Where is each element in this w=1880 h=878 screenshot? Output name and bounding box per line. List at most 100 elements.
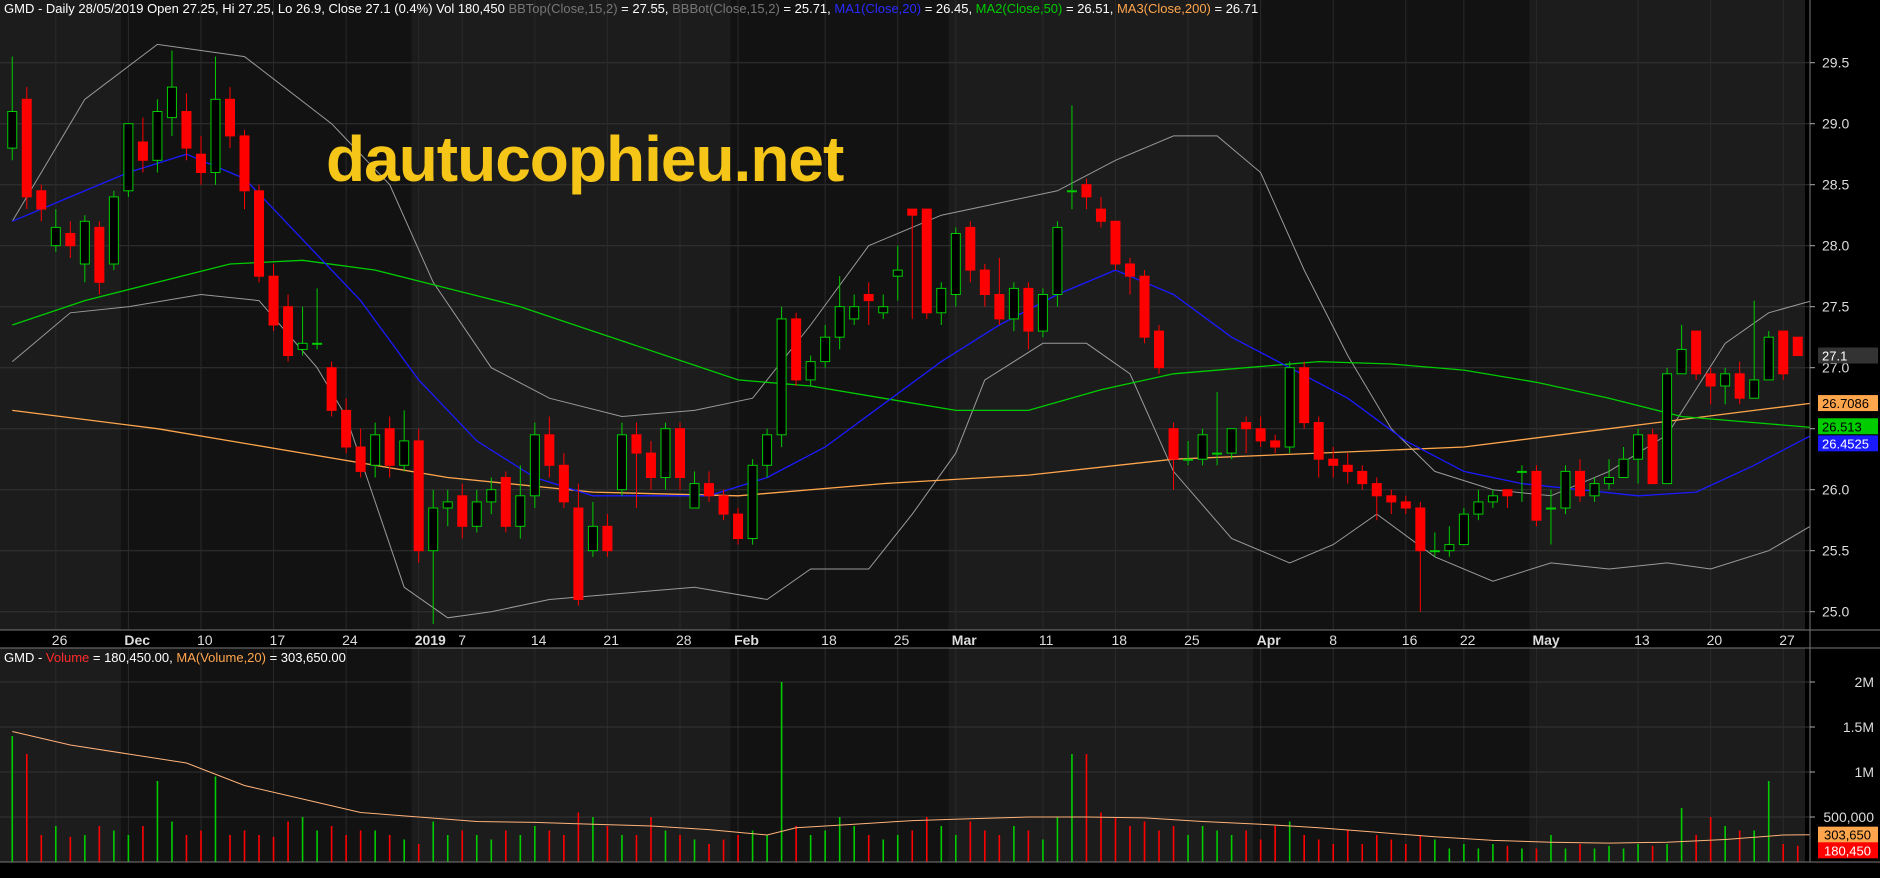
volume-ma-label: MA(Volume,20) <box>176 650 266 665</box>
candle-body <box>689 483 700 509</box>
month-band <box>1529 648 1805 862</box>
candle-body <box>355 446 366 472</box>
candle-body <box>1487 495 1498 503</box>
candle-body <box>1066 190 1077 193</box>
candle-body <box>1328 458 1339 466</box>
stock-chart[interactable]: 25.025.526.026.527.027.528.028.529.029.5… <box>0 0 1880 878</box>
candle-body <box>834 306 845 338</box>
candle-body <box>1444 544 1455 552</box>
candle-body <box>849 306 860 320</box>
candle-body <box>587 525 598 552</box>
candle-body <box>616 434 627 491</box>
candle-body <box>820 336 831 363</box>
x-tick-label: 24 <box>342 632 358 648</box>
ma2-label: MA2(Close,50) <box>975 1 1063 16</box>
candle-body <box>776 318 787 436</box>
candle-body <box>152 111 163 161</box>
x-tick-label: 25 <box>1184 632 1200 648</box>
price-panel-header: GMD - Daily 28/05/2019 Open 27.25, Hi 27… <box>4 1 1258 16</box>
candle-body <box>1052 226 1063 295</box>
candle-body <box>1095 208 1106 222</box>
candle-body <box>1008 287 1019 320</box>
candle-body <box>1255 428 1266 442</box>
candle-body <box>1560 470 1571 509</box>
candle-body <box>1720 373 1731 387</box>
candle-body <box>994 294 1005 320</box>
candle-body <box>1270 440 1281 448</box>
y-tick-label: 1.5M <box>1843 719 1874 735</box>
x-tick-label: 17 <box>270 632 286 648</box>
candle-body <box>544 434 555 466</box>
candle-body <box>1037 294 1048 332</box>
x-tick-label: 18 <box>821 632 837 648</box>
candle-body <box>660 428 671 479</box>
x-tick-label: May <box>1532 632 1559 648</box>
candle-body <box>486 489 497 503</box>
x-tick-label: 13 <box>1634 632 1650 648</box>
price-label-text: 26.513 <box>1822 419 1862 434</box>
y-tick-label: 2M <box>1855 674 1874 690</box>
candle-body <box>791 318 802 381</box>
x-tick-label: 18 <box>1111 632 1127 648</box>
x-tick-label: 16 <box>1402 632 1418 648</box>
candle-body <box>210 98 221 173</box>
candle-body <box>123 123 134 192</box>
candle-body <box>1618 458 1629 479</box>
candle-body <box>1647 434 1658 485</box>
candle-body <box>529 434 540 497</box>
candle-body <box>1357 470 1368 485</box>
candle-body <box>254 190 265 277</box>
candle-body <box>1662 373 1673 485</box>
candle-body <box>225 98 235 137</box>
symbol-info: GMD - Daily 28/05/2019 Open 27.25, Hi 27… <box>4 1 505 16</box>
month-band <box>121 0 412 630</box>
candle-body <box>1575 470 1585 497</box>
month-band <box>948 0 1254 630</box>
candle-body <box>1313 422 1324 460</box>
month-band <box>411 648 731 862</box>
candle-body <box>1241 422 1252 430</box>
month-band <box>1253 0 1530 630</box>
ma1-label: MA1(Close,20) <box>834 1 922 16</box>
candle-body <box>907 208 918 216</box>
candle-body <box>1778 330 1789 375</box>
candle-body <box>283 306 294 357</box>
x-tick-label: Apr <box>1257 632 1282 648</box>
volume-panel-header: GMD - Volume = 180,450.00, MA(Volume,20)… <box>4 650 346 665</box>
candle-body <box>1502 489 1513 497</box>
candle-body <box>878 306 889 314</box>
x-tick-label: 25 <box>894 632 910 648</box>
candle-body <box>515 495 526 527</box>
candle-body <box>239 135 250 192</box>
candle-body <box>1342 464 1353 472</box>
month-band <box>0 648 122 862</box>
x-tick-label: Mar <box>952 632 977 648</box>
candle-body <box>979 269 990 296</box>
candle-body <box>1400 501 1411 509</box>
x-tick-label: 22 <box>1460 632 1476 648</box>
ma3-label: MA3(Close,200) <box>1116 1 1211 16</box>
candle-body <box>1589 483 1600 497</box>
candle-body <box>341 409 352 448</box>
candle-body <box>936 287 947 314</box>
candle-body <box>747 464 758 539</box>
candle-body <box>950 233 961 295</box>
candle-body <box>1197 434 1208 460</box>
x-tick-label: 14 <box>531 632 547 648</box>
candle-body <box>36 190 47 210</box>
candle-body <box>442 501 453 509</box>
volume-label-text: 180,450 <box>1824 843 1871 858</box>
candle-body <box>1212 452 1223 455</box>
candle-body <box>65 233 76 247</box>
month-band <box>0 0 122 630</box>
candle-body <box>573 507 584 600</box>
candle-body <box>399 440 410 466</box>
candle-body <box>1473 501 1484 515</box>
x-tick-label: 7 <box>458 632 466 648</box>
x-tick-label: 10 <box>197 632 213 648</box>
candle-body <box>1110 220 1121 265</box>
candle-body <box>1371 483 1382 497</box>
month-band <box>121 648 412 862</box>
candle-body <box>1531 470 1542 521</box>
candle-body <box>137 141 148 161</box>
